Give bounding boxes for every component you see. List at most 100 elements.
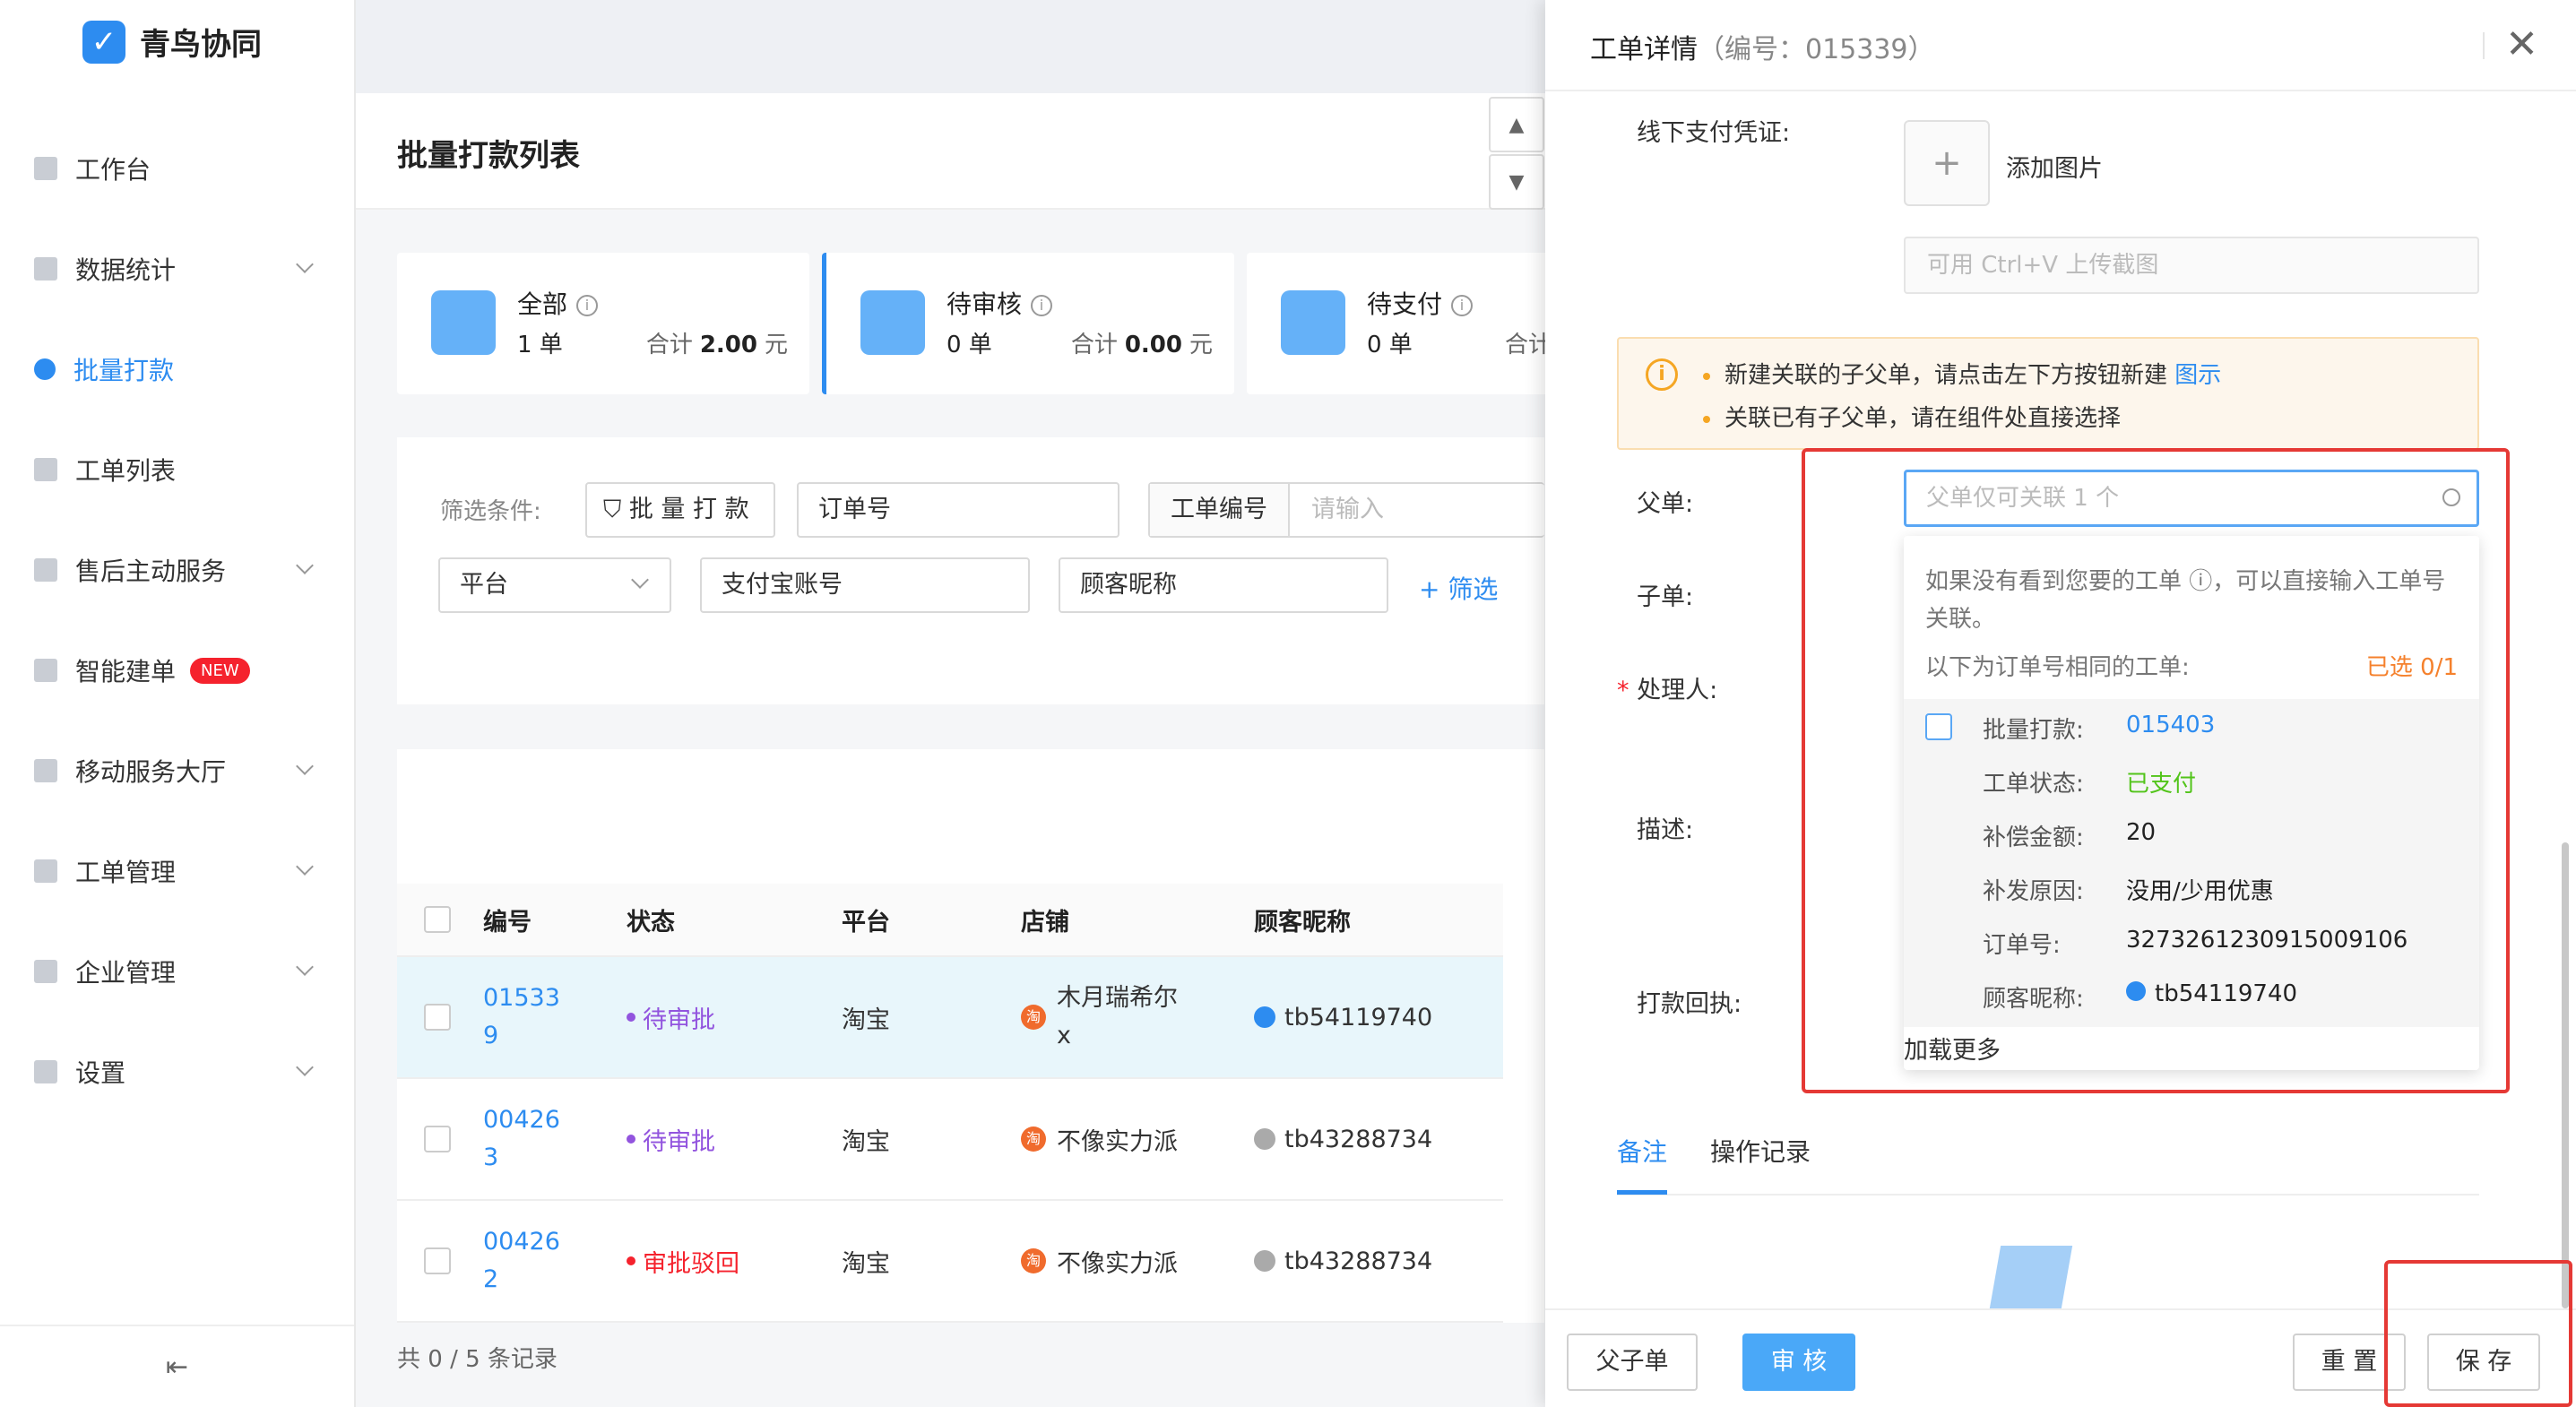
child-label: 子单: xyxy=(1637,583,1694,611)
sidebar-item-label: 批量打款 xyxy=(73,356,175,385)
collapse-sidebar-button[interactable]: ⇤ xyxy=(0,1325,354,1407)
chevron-down-icon xyxy=(296,557,314,574)
review-button[interactable]: 审 核 xyxy=(1742,1334,1855,1391)
sidebar-item-label: 售后主动服务 xyxy=(75,557,227,586)
new-badge: NEW xyxy=(190,657,250,684)
filter-type-button[interactable]: ⛉ 批 量 打 款 xyxy=(585,482,775,538)
paste-screenshot-field[interactable]: 可用 Ctrl+V 上传截图 xyxy=(1904,237,2479,294)
tab-operation-log[interactable]: 操作记录 xyxy=(1710,1133,1811,1169)
row-shop: 淘不像实力派 xyxy=(1021,1201,1178,1321)
order-no-input[interactable]: 订单号 xyxy=(797,482,1119,538)
tab-notes[interactable]: 备注 xyxy=(1617,1133,1667,1169)
row-checkbox[interactable] xyxy=(424,1247,451,1274)
taobao-icon: 淘 xyxy=(1021,1126,1046,1152)
user-clock-icon xyxy=(860,290,925,355)
triangle-up-icon: ▲ xyxy=(1508,113,1525,136)
info-icon[interactable]: i xyxy=(576,295,599,316)
chevron-down-icon xyxy=(296,255,314,273)
status-dot xyxy=(627,1256,635,1265)
row-id-link[interactable]: 00426 2 xyxy=(483,1201,560,1321)
card-title: 全部 xyxy=(517,289,568,319)
nickname-input[interactable]: 顾客昵称 xyxy=(1059,557,1388,613)
sidebar-item-workbench[interactable]: 工作台 xyxy=(0,118,354,219)
empty-state-illustration xyxy=(1989,1246,2073,1308)
info-icon[interactable]: i xyxy=(1451,295,1474,316)
col-platform[interactable]: 平台 xyxy=(842,884,890,955)
table-row[interactable]: 01533 9 待审批 淘宝 淘木月瑞希尔 x tb54119740 xyxy=(397,957,1503,1079)
card-count: 0 单 xyxy=(947,332,992,358)
card-sum: 合计 0.00 元 xyxy=(1070,332,1213,358)
add-image-button[interactable]: + xyxy=(1904,120,1990,206)
row-shop: 淘木月瑞希尔 x xyxy=(1021,957,1178,1077)
chevron-down-icon xyxy=(631,571,649,589)
sidebar-item-stats[interactable]: 数据统计 xyxy=(0,219,354,319)
parent-child-button[interactable]: 父子单 xyxy=(1567,1334,1698,1391)
summary-card-all[interactable]: 全部 i 1 单 合计 2.00 元 xyxy=(397,253,809,394)
plus-icon: + xyxy=(1932,142,1962,184)
add-image-label: 添加图片 xyxy=(2006,155,2103,183)
sidebar: ✓ 青鸟协同 工作台 数据统计 批量打款 工单列表 售后主动服务 智能建单 NEW… xyxy=(0,0,356,1407)
parent-label: 父单: xyxy=(1637,490,1694,518)
sidebar-item-ticket-list[interactable]: 工单列表 xyxy=(0,419,354,520)
drawer-scrollbar[interactable] xyxy=(2562,842,2569,1308)
row-status: 待审批 xyxy=(627,957,715,1077)
scroll-down-button[interactable]: ▼ xyxy=(1489,154,1544,210)
taobao-icon: 淘 xyxy=(1021,1005,1046,1030)
filter-label: 筛选条件: xyxy=(440,498,541,525)
col-id[interactable]: 编号 xyxy=(483,884,532,955)
chevron-down-icon xyxy=(296,1058,314,1076)
table-header: 编号 状态 平台 店铺 顾客昵称 xyxy=(397,884,1503,957)
sidebar-item-label: 工单列表 xyxy=(75,456,177,486)
row-checkbox[interactable] xyxy=(424,1126,451,1152)
building-icon xyxy=(34,960,57,983)
sidebar-item-mobile-hall[interactable]: 移动服务大厅 xyxy=(0,721,354,821)
row-checkbox[interactable] xyxy=(424,1004,451,1031)
sidebar-item-batch-payment[interactable]: 批量打款 xyxy=(0,319,354,419)
app-logo[interactable]: ✓ 青鸟协同 xyxy=(82,20,262,64)
add-filter-button[interactable]: + 筛选 xyxy=(1419,570,1498,606)
sidebar-item-label: 设置 xyxy=(75,1058,126,1088)
card-title: 待支付 xyxy=(1367,289,1443,319)
info-icon: i xyxy=(1646,358,1678,391)
platform-select[interactable]: 平台 xyxy=(438,557,671,613)
sidebar-item-after-sale[interactable]: 售后主动服务 xyxy=(0,520,354,620)
bar-chart-icon xyxy=(34,257,57,281)
summary-card-pending-pay[interactable]: 待支付 i 0 单 合计 xyxy=(1247,253,1552,394)
info-icon[interactable]: i xyxy=(1031,295,1053,316)
status-dot xyxy=(627,1135,635,1144)
highlight-box xyxy=(1802,448,2510,1093)
drawer-tabs: 备注 操作记录 xyxy=(1617,1126,2479,1196)
ticket-no-placeholder: 请输入 xyxy=(1311,496,1384,523)
row-customer: tb43288734 xyxy=(1254,1201,1432,1321)
table-row[interactable]: 00426 2 审批驳回 淘宝 淘不像实力派 tb43288734 xyxy=(397,1201,1503,1323)
scroll-up-button[interactable]: ▲ xyxy=(1489,97,1544,152)
row-id-link[interactable]: 00426 3 xyxy=(483,1079,560,1199)
page-title: 批量打款列表 xyxy=(397,138,580,174)
sidebar-item-smart-create[interactable]: 智能建单 NEW xyxy=(0,620,354,721)
settings-icon xyxy=(34,1060,57,1083)
alipay-input[interactable]: 支付宝账号 xyxy=(700,557,1030,613)
close-icon[interactable]: ✕ xyxy=(2505,22,2538,67)
col-customer[interactable]: 顾客昵称 xyxy=(1254,884,1351,955)
chevron-down-icon xyxy=(296,858,314,876)
summary-card-pending-review[interactable]: 待审核 i 0 单 合计 0.00 元 xyxy=(822,253,1234,394)
taobao-icon: 淘 xyxy=(1021,1248,1046,1273)
table-row[interactable]: 00426 3 待审批 淘宝 淘不像实力派 tb43288734 xyxy=(397,1079,1503,1201)
chevron-down-icon xyxy=(296,958,314,976)
triangle-down-icon: ▼ xyxy=(1508,170,1525,194)
alert-line: 新建关联的子父单，请点击左下方按钮新建 图示 xyxy=(1703,357,2221,390)
sidebar-item-enterprise[interactable]: 企业管理 xyxy=(0,921,354,1022)
ticket-no-field[interactable]: 工单编号 请输入 xyxy=(1148,482,1544,538)
filter-icon: ⛉ xyxy=(603,496,629,523)
col-shop[interactable]: 店铺 xyxy=(1021,884,1069,955)
sidebar-item-ticket-mgmt[interactable]: 工单管理 xyxy=(0,821,354,921)
col-status[interactable]: 状态 xyxy=(627,884,675,955)
sidebar-item-label: 工单管理 xyxy=(75,858,177,887)
diagram-link[interactable]: 图示 xyxy=(2174,362,2221,389)
select-all-checkbox[interactable] xyxy=(424,906,451,933)
sidebar-item-settings[interactable]: 设置 xyxy=(0,1022,354,1122)
card-title: 待审核 xyxy=(947,289,1023,319)
card-count: 1 单 xyxy=(517,332,563,358)
row-id-link[interactable]: 01533 9 xyxy=(483,957,560,1077)
collapse-icon: ⇤ xyxy=(165,1351,189,1383)
